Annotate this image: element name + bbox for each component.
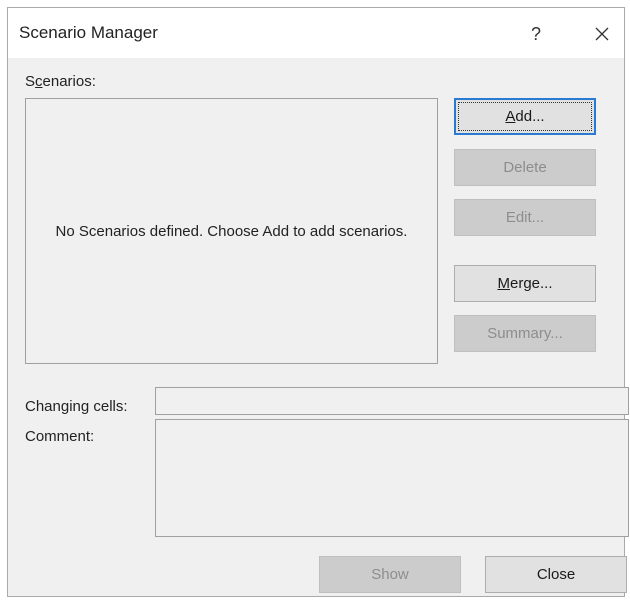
add-button[interactable]: Add... — [454, 98, 596, 135]
help-icon: ? — [530, 23, 541, 44]
scenarios-listbox[interactable]: No Scenarios defined. Choose Add to add … — [25, 98, 438, 364]
summary-button[interactable]: Summary... — [454, 315, 596, 352]
close-icon — [595, 27, 609, 41]
help-button[interactable]: ? — [516, 18, 556, 50]
merge-button[interactable]: Merge... — [454, 265, 596, 302]
dialog-title: Scenario Manager — [19, 23, 158, 42]
edit-button[interactable]: Edit... — [454, 199, 596, 236]
close-window-button[interactable] — [582, 18, 622, 50]
comment-field[interactable] — [155, 419, 629, 537]
comment-label: Comment: — [25, 428, 95, 445]
changing-cells-label: Changing cells: — [25, 398, 128, 415]
focus-ring — [458, 102, 592, 131]
show-button[interactable]: Show — [319, 556, 461, 593]
scenarios-label-hotkey: c — [35, 73, 43, 90]
delete-button[interactable]: Delete — [454, 149, 596, 186]
scenarios-label: Scenarios: — [25, 73, 96, 90]
empty-scenarios-message: No Scenarios defined. Choose Add to add … — [55, 222, 408, 240]
close-button[interactable]: Close — [485, 556, 627, 593]
scenario-manager-dialog: Scenario Manager ? Scenarios: No Scenari… — [7, 7, 629, 597]
title-bar: Scenario Manager ? — [8, 8, 624, 58]
changing-cells-field[interactable] — [155, 387, 629, 415]
